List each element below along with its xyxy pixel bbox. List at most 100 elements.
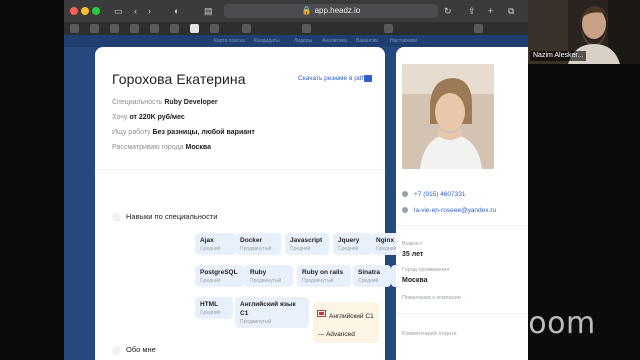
- row-value: Без разницы, любой вариант: [152, 129, 255, 136]
- share-icon[interactable]: ⇪: [468, 4, 476, 18]
- skill-level: Продвинутый: [240, 246, 272, 252]
- skill-chip[interactable]: PostgreSQL Средний: [195, 265, 245, 287]
- download-pdf-link[interactable]: Скачать резюме в pdf: [298, 75, 373, 83]
- tab-favicon[interactable]: [474, 24, 483, 33]
- email-address: la-vie-en-roseee@yandex.ru: [414, 207, 497, 214]
- side-divider: [396, 225, 528, 226]
- skill-level: Продвинутый: [240, 319, 272, 325]
- email-link[interactable]: la-vie-en-roseee@yandex.ru: [402, 207, 496, 214]
- candidate-name: Горохова Екатерина: [112, 71, 246, 87]
- skill-level: Продвинутый: [250, 278, 282, 284]
- specialty-row: Специальность Ruby Developer: [112, 99, 218, 106]
- city-value: Москва: [402, 277, 428, 284]
- tab-favicon[interactable]: [130, 24, 139, 33]
- skill-name: Ruby on rails: [302, 269, 344, 276]
- download-pdf-label: Скачать резюме в pdf: [298, 75, 364, 83]
- maximize-window-button[interactable]: [92, 7, 100, 15]
- tab-favicon[interactable]: [150, 24, 159, 33]
- age-label: Возраст: [402, 241, 423, 247]
- skill-chip[interactable]: HTML Средний: [195, 297, 233, 319]
- reader-icon[interactable]: ▤: [204, 4, 213, 18]
- work-format-row: Ищу работу Без разницы, любой вариант: [112, 129, 255, 136]
- skill-chip[interactable]: Docker Продвинутый: [235, 233, 281, 255]
- tab-favicon[interactable]: [70, 24, 79, 33]
- back-arrow-icon[interactable]: ‹: [134, 4, 137, 18]
- nav-item[interactable]: Лидеры: [294, 36, 312, 46]
- about-section-header[interactable]: Обо мне: [112, 345, 156, 355]
- nav-item[interactable]: Вакансии: [356, 36, 378, 46]
- language-chip-label: Английский C1 — Advanced: [318, 313, 374, 338]
- tab-favicon[interactable]: [242, 24, 251, 33]
- site-nav: Карта поиска Кандидаты Лидеры Аналитика …: [64, 35, 528, 47]
- row-label: Специальность: [112, 99, 163, 106]
- skill-level: Средний: [290, 246, 311, 252]
- zoom-window: ▭ ‹ › ◐ ▤ 🔒 app.headz.io ↻ ⇪ + ⧉ Карта п…: [0, 0, 640, 360]
- nav-item[interactable]: Аналитика: [322, 36, 347, 46]
- language-chip[interactable]: Английский C1 — Advanced: [313, 302, 379, 343]
- skill-name: Ruby: [250, 269, 267, 276]
- tab-favicon-active[interactable]: [190, 24, 199, 33]
- participant-name: Nazim Alesker...: [530, 51, 587, 61]
- row-value: Москва: [185, 144, 211, 151]
- new-tab-icon[interactable]: +: [488, 4, 493, 18]
- tab-favicon[interactable]: [170, 24, 179, 33]
- row-label: Рассматриваю города: [112, 144, 184, 151]
- candidate-card: Горохова Екатерина Скачать резюме в pdf …: [95, 47, 421, 360]
- minimize-window-button[interactable]: [81, 7, 89, 15]
- skill-chip[interactable]: Jquery Средний: [333, 233, 371, 255]
- skill-level: Средний: [358, 278, 379, 284]
- forward-arrow-icon[interactable]: ›: [148, 4, 151, 18]
- skill-chip[interactable]: Английский язык C1 Продвинутый: [235, 297, 309, 328]
- reload-icon[interactable]: ↻: [444, 4, 452, 18]
- nav-item[interactable]: Кандидаты: [254, 36, 280, 46]
- zoom-watermark: zoom: [512, 306, 596, 341]
- cities-row: Рассматриваю города Москва: [112, 144, 211, 151]
- tab-favicon[interactable]: [110, 24, 119, 33]
- tab-strip: [64, 22, 528, 35]
- skill-chip[interactable]: Sinatra Средний: [353, 265, 391, 287]
- salary-row: Хочу от 220K руб/мес: [112, 114, 185, 121]
- address-bar[interactable]: 🔒 app.headz.io: [224, 4, 438, 18]
- skill-level: Продвинутый: [302, 278, 334, 284]
- nav-item[interactable]: Наставники: [390, 36, 417, 46]
- skill-level: Средний: [338, 246, 359, 252]
- row-label: Ищу работу: [112, 129, 151, 136]
- shared-screen: ▭ ‹ › ◐ ▤ 🔒 app.headz.io ↻ ⇪ + ⧉ Карта п…: [64, 0, 528, 360]
- skills-section-header[interactable]: Навыки по специальности: [112, 212, 217, 222]
- pdf-icon: [364, 75, 373, 82]
- phone-link[interactable]: +7 (915) 4607331: [402, 191, 466, 198]
- phone-number: +7 (915) 4607331: [414, 191, 466, 198]
- tab-overview-icon[interactable]: ⧉: [508, 4, 514, 18]
- nav-item[interactable]: Карта поиска: [214, 36, 245, 46]
- sidebar-toggle-icon[interactable]: ▭: [114, 4, 123, 18]
- skill-name: Ajax: [200, 237, 214, 244]
- contact-card: +7 (915) 4607331 la-vie-en-roseee@yandex…: [396, 47, 528, 360]
- skill-level: Средний: [200, 310, 221, 316]
- skill-name: PostgreSQL: [200, 269, 238, 276]
- email-icon: [402, 207, 408, 214]
- section-bullet-icon: [112, 212, 121, 222]
- skill-name: Jquery: [338, 237, 360, 244]
- candidate-photo: [402, 64, 494, 169]
- skill-chip[interactable]: Ruby Продвинутый: [245, 265, 293, 287]
- row-value: Ruby Developer: [164, 99, 218, 106]
- skill-chip[interactable]: Ajax Средний: [195, 233, 235, 255]
- tab-favicon[interactable]: [384, 24, 393, 33]
- url-text: app.headz.io: [314, 6, 361, 15]
- city-label: Город проживания: [402, 267, 450, 273]
- skill-chip[interactable]: Javascript Средний: [285, 233, 329, 255]
- skills-title: Навыки по специальности: [126, 212, 218, 221]
- skill-name: Javascript: [290, 237, 323, 244]
- tab-favicon[interactable]: [90, 24, 99, 33]
- lock-icon: 🔒: [301, 6, 312, 15]
- skill-name: Английский язык C1: [240, 301, 296, 317]
- skill-chip[interactable]: Ruby on rails Продвинутый: [297, 265, 351, 287]
- skill-name: Docker: [240, 237, 263, 244]
- uk-flag-icon: [317, 310, 326, 318]
- shield-icon[interactable]: ◐: [174, 4, 179, 18]
- close-window-button[interactable]: [70, 7, 78, 15]
- skill-name: HTML: [200, 301, 219, 308]
- tab-favicon[interactable]: [302, 24, 311, 33]
- tab-favicon[interactable]: [210, 24, 219, 33]
- about-title: Обо мне: [126, 345, 156, 354]
